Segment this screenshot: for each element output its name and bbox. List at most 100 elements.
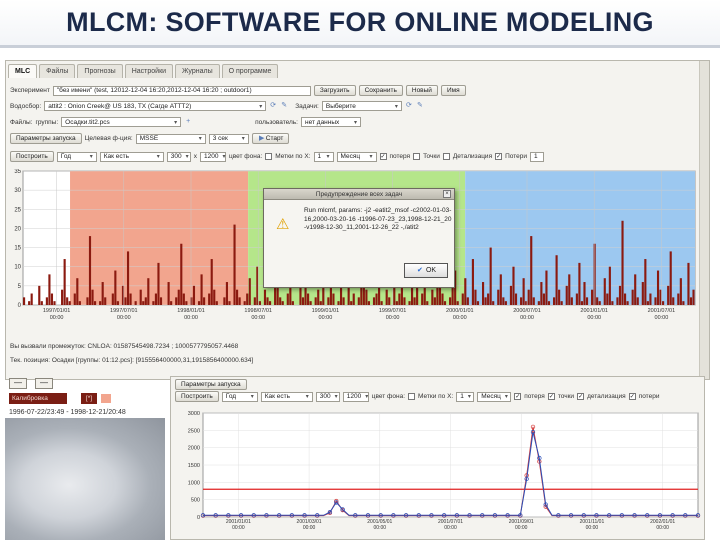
rain-bar: [623, 293, 627, 305]
period-select[interactable]: Год: [56, 151, 97, 162]
points-checkbox[interactable]: ✓: [547, 393, 555, 400]
group-select[interactable]: Осадки.tit2.pcs: [61, 117, 182, 127]
target-select[interactable]: MSSE: [135, 133, 206, 144]
rain-bar: [197, 301, 201, 305]
rain-bar: [307, 293, 310, 305]
save-button[interactable]: Сохранить: [358, 85, 403, 96]
add-icon[interactable]: +: [184, 118, 192, 126]
experiment-field[interactable]: "без имени" (test, 12012-12-04 16:20,201…: [52, 85, 311, 96]
x-tick-label: 2000/01/01: [446, 308, 474, 314]
losses-checkbox[interactable]: ✓: [628, 393, 636, 400]
losses-checkbox[interactable]: ✓: [495, 153, 503, 160]
interval-select[interactable]: 3 сек: [208, 133, 249, 144]
user-select[interactable]: нет данных: [301, 117, 361, 127]
vertical-scrollbar[interactable]: [699, 61, 709, 379]
detail-checkbox[interactable]: ✓: [577, 393, 585, 400]
load-button[interactable]: Загрузить: [313, 85, 356, 96]
loss-checkbox[interactable]: ✓: [514, 393, 522, 400]
rain-bar: [53, 301, 56, 305]
calibration-marker: [*]: [81, 393, 97, 404]
edit-icon[interactable]: ✎: [416, 102, 424, 110]
launch-params-button[interactable]: Параметры запуска: [175, 379, 247, 390]
rain-bar: [144, 297, 147, 305]
rain-bar: [116, 301, 119, 305]
tab-mlc[interactable]: MLC: [8, 64, 38, 78]
y-tick-label: 2000: [188, 446, 200, 452]
rain-bar: [461, 293, 464, 305]
tab-logs[interactable]: Журналы: [175, 64, 220, 78]
month-select[interactable]: Месяц: [477, 391, 512, 402]
month-select[interactable]: Месяц: [336, 151, 377, 162]
mark-x-select[interactable]: 1: [456, 391, 475, 402]
task-select[interactable]: Выберите: [321, 101, 402, 111]
rain-bar: [649, 293, 652, 305]
close-icon[interactable]: ×: [443, 190, 451, 198]
x-tick-label: 1999/07/01: [379, 308, 407, 314]
start-button[interactable]: ▶ Старт: [251, 133, 290, 144]
rain-bar: [73, 293, 76, 305]
x-tick-label: 00:00: [117, 315, 131, 321]
rain-bar: [286, 293, 289, 305]
rain-bar: [88, 236, 92, 305]
launch-row: Параметры запуска Целевая ф-ция: MSSE 3 …: [10, 133, 290, 144]
new-button[interactable]: Новый: [405, 85, 438, 96]
x-tick-label: 00:00: [586, 525, 599, 531]
loss-checkbox[interactable]: ✓: [379, 153, 387, 160]
rain-bar: [185, 301, 188, 305]
refresh-icon[interactable]: ⟳: [269, 102, 277, 110]
rain-bar: [443, 301, 447, 305]
period-select[interactable]: Год: [221, 391, 258, 402]
minus-button[interactable]: —: [35, 378, 53, 389]
mark-x-select[interactable]: 1: [313, 151, 334, 162]
x-tick-label: 1999/01/01: [312, 308, 340, 314]
basin-select[interactable]: attit2 : Onion Creek@ US 183, TX (Сагде …: [44, 101, 267, 111]
minus-button[interactable]: —: [9, 378, 27, 389]
edit-icon[interactable]: ✎: [280, 102, 288, 110]
ok-label: OK: [425, 267, 437, 274]
rain-bar: [431, 289, 434, 305]
rain-bar: [618, 285, 622, 305]
last-field[interactable]: 1: [530, 151, 545, 162]
detail-checkbox[interactable]: [442, 153, 450, 160]
rain-bar: [266, 297, 269, 305]
rain-bar: [514, 293, 518, 305]
rain-bar: [598, 301, 601, 305]
tab-forecasts[interactable]: Прогнозы: [77, 64, 123, 78]
tab-about[interactable]: О программе: [221, 64, 279, 78]
points-checkbox[interactable]: [413, 153, 421, 160]
x-tick-label: 00:00: [50, 315, 64, 321]
width-select[interactable]: 300: [315, 391, 340, 402]
rain-bar: [317, 289, 320, 305]
rain-bar: [134, 301, 137, 305]
rain-bar: [299, 285, 302, 305]
rain-bar: [66, 297, 69, 305]
refresh-icon[interactable]: ⟳: [405, 102, 413, 110]
name-button[interactable]: Имя: [440, 85, 466, 96]
tab-files[interactable]: Файлы: [39, 64, 76, 78]
height-select[interactable]: 1200: [200, 151, 226, 162]
rain-bar: [152, 301, 155, 305]
rain-bar: [547, 301, 551, 305]
rain-bar: [114, 270, 117, 305]
x-tick-label: 1997/07/01: [110, 308, 138, 314]
x-tick-label: 00:00: [232, 525, 245, 531]
build-button[interactable]: Построить: [175, 391, 219, 402]
height-select[interactable]: 1200: [342, 391, 369, 402]
x-tick-label: 00:00: [319, 315, 333, 321]
mode-select[interactable]: Как есть: [260, 391, 313, 402]
width-select[interactable]: 300: [166, 151, 191, 162]
y-tick-label: 0: [18, 303, 22, 309]
mark-x-checkbox[interactable]: [408, 393, 416, 400]
rain-bar: [367, 301, 371, 305]
tab-settings[interactable]: Настройки: [124, 64, 174, 78]
ok-button[interactable]: ✔ OK: [404, 263, 448, 278]
rain-bar: [175, 297, 178, 305]
rain-bar: [200, 274, 203, 305]
x-tick-label: 00:00: [520, 315, 534, 321]
rain-bar: [86, 297, 89, 305]
build-button[interactable]: Построить: [10, 151, 54, 162]
mode-select[interactable]: Как есть: [99, 151, 164, 162]
rain-bar: [410, 285, 414, 305]
launch-params-button[interactable]: Параметры запуска: [10, 133, 82, 144]
mark-x-checkbox[interactable]: [265, 153, 273, 160]
